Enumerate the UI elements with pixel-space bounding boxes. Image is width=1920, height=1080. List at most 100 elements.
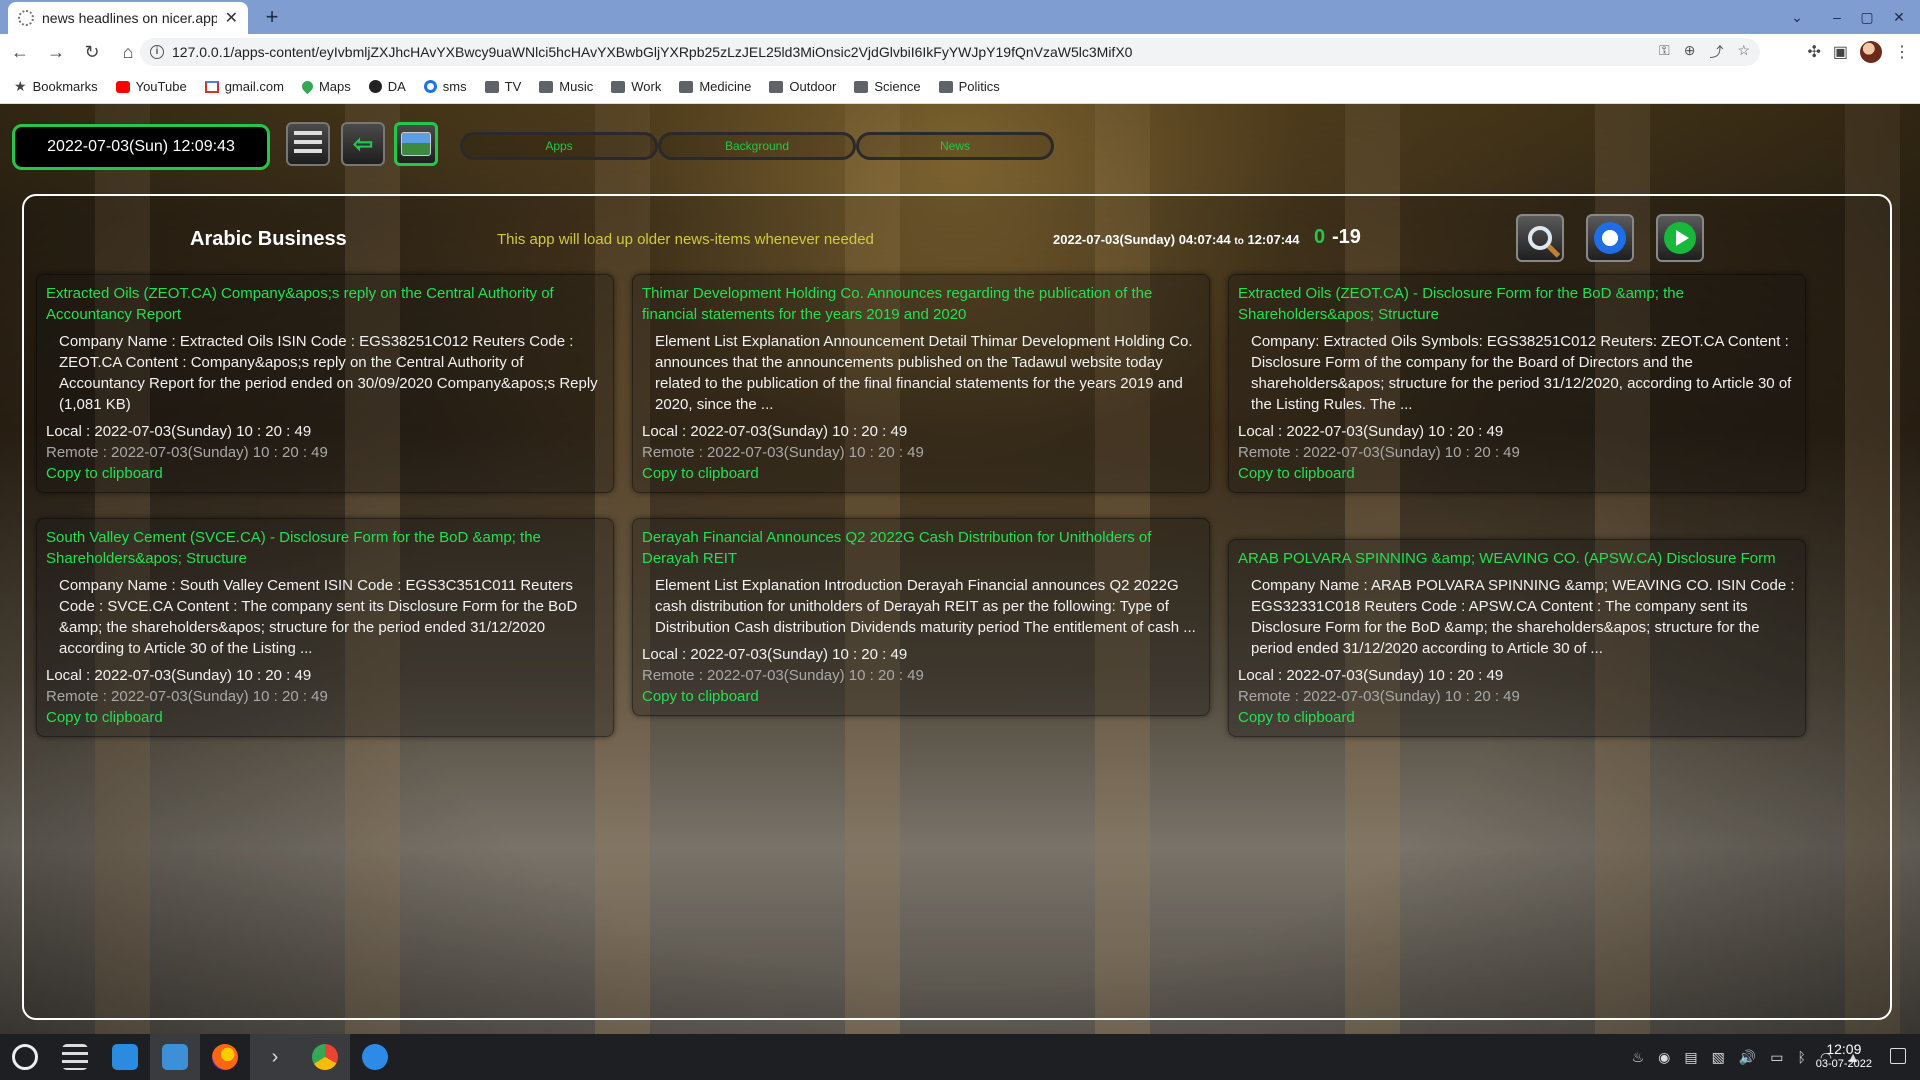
remote-timestamp: Remote : 2022-07-03(Sunday) 10 : 20 : 49 bbox=[1238, 444, 1520, 461]
site-info-icon[interactable]: i bbox=[150, 45, 164, 59]
news-summary: Company Name : Extracted Oils ISIN Code … bbox=[59, 333, 598, 413]
menu-list-button[interactable] bbox=[286, 122, 330, 166]
terminal-button[interactable]: › bbox=[250, 1034, 300, 1080]
store-button[interactable] bbox=[100, 1034, 150, 1080]
news-summary: Company Name : ARAB POLVARA SPINNING &am… bbox=[1251, 577, 1795, 657]
local-timestamp: Local : 2022-07-03(Sunday) 10 : 20 : 49 bbox=[642, 423, 908, 440]
bookmark-gmail[interactable]: gmail.com bbox=[204, 79, 284, 94]
bluetooth-icon[interactable]: ᛒ bbox=[1798, 1049, 1806, 1065]
remote-timestamp: Remote : 2022-07-03(Sunday) 10 : 20 : 49 bbox=[1238, 688, 1520, 705]
news-headline[interactable]: Derayah Financial Announces Q2 2022G Cas… bbox=[642, 527, 1201, 569]
browser-tab[interactable]: news headlines on nicer.app ✕ bbox=[8, 2, 248, 34]
minimize-icon[interactable]: – bbox=[1822, 4, 1852, 30]
bookmark-maps[interactable]: Maps bbox=[299, 78, 351, 95]
count-new: 0 bbox=[1314, 226, 1326, 248]
bookmark-bookmarks[interactable]: ★ Bookmarks bbox=[14, 78, 98, 95]
side-panel-icon[interactable]: ▣ bbox=[1833, 42, 1848, 62]
tab-close-icon[interactable]: ✕ bbox=[225, 8, 238, 28]
bookmark-da[interactable]: DA bbox=[368, 79, 406, 94]
copy-to-clipboard-link[interactable]: Copy to clipboard bbox=[642, 463, 1201, 484]
menu-news[interactable]: News bbox=[856, 132, 1054, 160]
terminal-icon: › bbox=[271, 1046, 279, 1068]
bookmark-folder-politics[interactable]: Politics bbox=[938, 79, 1000, 94]
news-headline[interactable]: Extracted Oils (ZEOT.CA) - Disclosure Fo… bbox=[1238, 283, 1797, 325]
folder-icon bbox=[539, 80, 554, 93]
menu-background[interactable]: Background bbox=[658, 132, 856, 160]
profile-avatar[interactable] bbox=[1860, 41, 1882, 63]
address-bar[interactable]: i 127.0.0.1/apps-content/eyIvbmljZXJhcHA… bbox=[140, 38, 1760, 66]
range-to: 12:07:44 bbox=[1247, 232, 1300, 247]
bookmark-folder-tv[interactable]: TV bbox=[484, 79, 521, 94]
news-headline[interactable]: South Valley Cement (SVCE.CA) - Disclosu… bbox=[46, 527, 605, 569]
key-icon[interactable]: ⚿ bbox=[1659, 42, 1670, 62]
tab-search-chevron-icon[interactable]: ⌄ bbox=[1782, 4, 1812, 30]
menu-apps[interactable]: Apps bbox=[460, 132, 658, 160]
news-headline[interactable]: Thimar Development Holding Co. Announces… bbox=[642, 283, 1201, 325]
folder-icon bbox=[854, 80, 869, 93]
copy-to-clipboard-link[interactable]: Copy to clipboard bbox=[46, 463, 605, 484]
tab-favicon-icon bbox=[18, 10, 34, 26]
chrome-button[interactable] bbox=[300, 1034, 350, 1080]
back-icon[interactable]: ← bbox=[4, 36, 36, 68]
news-summary: Company Name : South Valley Cement ISIN … bbox=[59, 577, 578, 657]
bookmark-folder-work[interactable]: Work bbox=[611, 79, 661, 94]
copy-to-clipboard-link[interactable]: Copy to clipboard bbox=[1238, 463, 1797, 484]
volume-icon[interactable]: 🔊 bbox=[1739, 1049, 1756, 1066]
file-manager-button[interactable] bbox=[150, 1034, 200, 1080]
system-clock[interactable]: 12:09 03-07-2022 bbox=[1816, 1042, 1872, 1072]
share-icon[interactable]: ⤴ bbox=[1709, 42, 1723, 62]
news-headline[interactable]: Extracted Oils (ZEOT.CA) Company&apos;s … bbox=[46, 283, 605, 325]
sms-icon bbox=[423, 80, 437, 93]
bookmark-folder-music[interactable]: Music bbox=[539, 79, 593, 94]
news-card: Extracted Oils (ZEOT.CA) Company&apos;s … bbox=[36, 274, 614, 493]
new-tab-icon[interactable]: + bbox=[258, 4, 286, 30]
bookmark-folder-medicine[interactable]: Medicine bbox=[679, 79, 751, 94]
news-headline[interactable]: ARAB POLVARA SPINNING &amp; WEAVING CO. … bbox=[1238, 548, 1797, 569]
load-notice: This app will load up older news-items w… bbox=[497, 231, 874, 248]
bookmark-folder-science[interactable]: Science bbox=[854, 79, 921, 94]
browser-toolbar: ← → ↻ ⌂ i 127.0.0.1/apps-content/eyIvbml… bbox=[0, 34, 1920, 70]
local-timestamp: Local : 2022-07-03(Sunday) 10 : 20 : 49 bbox=[1238, 423, 1504, 440]
local-timestamp: Local : 2022-07-03(Sunday) 10 : 20 : 49 bbox=[46, 667, 312, 684]
url-text[interactable]: 127.0.0.1/apps-content/eyIvbmljZXJhcHAvY… bbox=[172, 44, 1651, 60]
screenshot-icon[interactable]: ▧ bbox=[1712, 1049, 1725, 1066]
bookmark-youtube[interactable]: YouTube bbox=[115, 79, 187, 94]
restore-icon[interactable]: ▢ bbox=[1852, 4, 1882, 30]
settings-sliders-icon bbox=[62, 1044, 88, 1070]
firefox-icon bbox=[212, 1044, 238, 1070]
extensions-icon[interactable]: ✣ bbox=[1807, 42, 1820, 62]
battery-icon[interactable]: ▭ bbox=[1770, 1049, 1783, 1066]
bookmark-sms[interactable]: sms bbox=[423, 79, 467, 94]
settings-button[interactable] bbox=[50, 1034, 100, 1080]
search-button[interactable] bbox=[1516, 214, 1564, 262]
folder-icon bbox=[611, 80, 626, 93]
notifications-icon[interactable]: ♨ bbox=[1632, 1049, 1645, 1066]
firefox-button[interactable] bbox=[200, 1034, 250, 1080]
chrome-icon bbox=[312, 1044, 338, 1070]
reload-icon[interactable]: ↻ bbox=[76, 36, 108, 68]
back-home-button[interactable]: ⇦ bbox=[341, 122, 385, 166]
menu-icon[interactable]: ⋮ bbox=[1894, 42, 1910, 62]
zoom-icon[interactable]: ⊕ bbox=[1684, 42, 1696, 62]
forward-icon[interactable]: → bbox=[40, 36, 72, 68]
pause-button[interactable] bbox=[1586, 214, 1634, 262]
copy-to-clipboard-link[interactable]: Copy to clipboard bbox=[1238, 707, 1797, 728]
update-icon[interactable]: ◉ bbox=[1658, 1049, 1670, 1066]
show-desktop-icon[interactable] bbox=[1890, 1048, 1906, 1064]
landscape-icon bbox=[401, 132, 431, 156]
bookmark-folder-outdoor[interactable]: Outdoor bbox=[769, 79, 836, 94]
app-launcher-button[interactable] bbox=[0, 1034, 50, 1080]
bookmark-star-icon[interactable]: ☆ bbox=[1737, 42, 1750, 62]
close-window-icon[interactable]: ✕ bbox=[1884, 4, 1914, 30]
clock-date: 03-07-2022 bbox=[1815, 1058, 1872, 1070]
local-timestamp: Local : 2022-07-03(Sunday) 10 : 20 : 49 bbox=[46, 423, 312, 440]
list-icon bbox=[294, 131, 322, 157]
mail-app-button[interactable] bbox=[350, 1034, 400, 1080]
play-button[interactable] bbox=[1656, 214, 1704, 262]
copy-to-clipboard-link[interactable]: Copy to clipboard bbox=[46, 707, 605, 728]
background-button[interactable] bbox=[394, 122, 438, 166]
copy-to-clipboard-link[interactable]: Copy to clipboard bbox=[642, 686, 1201, 707]
news-card: Extracted Oils (ZEOT.CA) - Disclosure Fo… bbox=[1228, 274, 1806, 493]
clipboard-icon[interactable]: ▤ bbox=[1684, 1049, 1697, 1066]
local-timestamp: Local : 2022-07-03(Sunday) 10 : 20 : 49 bbox=[642, 646, 908, 663]
